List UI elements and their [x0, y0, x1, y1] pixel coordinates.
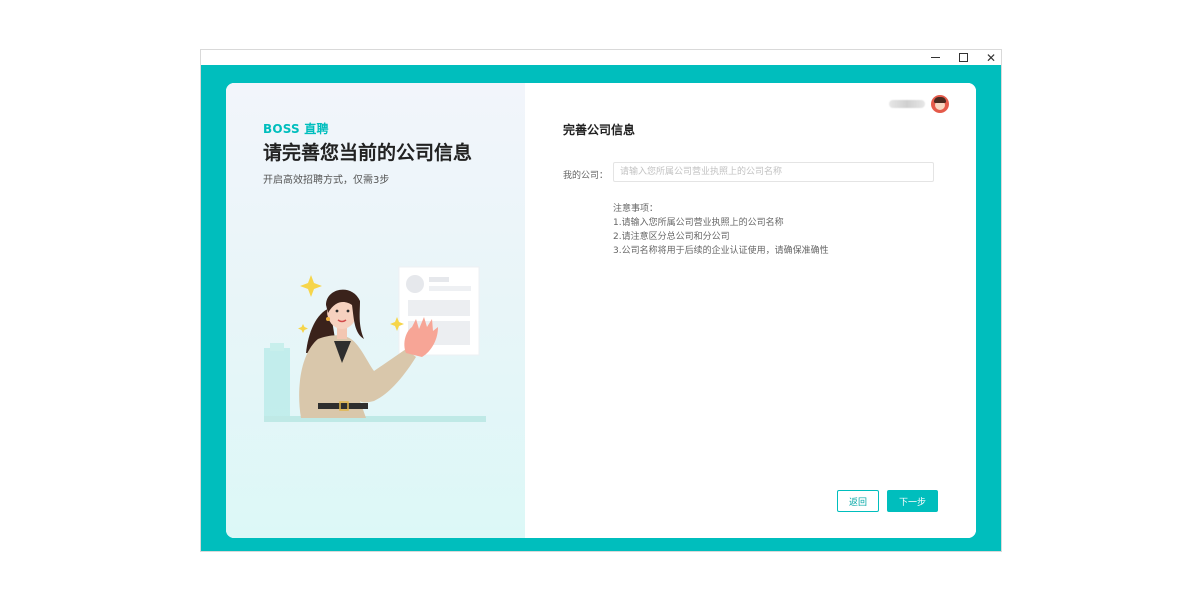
form-panel: 完善公司信息 我的公司： 注意事项： 1.请输入您所属公司营业执照上的公司名称 …	[525, 83, 976, 538]
maximize-icon[interactable]	[949, 50, 977, 65]
company-info-card: BOSS 直聘 请完善您当前的公司信息 开启高效招聘方式，仅需3步 完善公司信息…	[226, 83, 976, 538]
app-window: ✕ BOSS 直聘 请完善您当前的公司信息 开启高效招聘方式，仅需3步 完善公司…	[201, 50, 1001, 551]
notes-item: 1.请输入您所属公司营业执照上的公司名称	[613, 218, 784, 228]
intro-subtitle: 开启高效招聘方式，仅需3步	[263, 175, 390, 186]
company-name-input[interactable]	[613, 162, 934, 182]
intro-panel: BOSS 直聘 请完善您当前的公司信息 开启高效招聘方式，仅需3步	[226, 83, 525, 538]
avatar-hair	[934, 97, 946, 103]
avatar[interactable]	[931, 95, 949, 113]
intro-title: 请完善您当前的公司信息	[263, 142, 473, 164]
company-field-label: 我的公司：	[563, 171, 609, 181]
notes-section: 注意事项： 1.请输入您所属公司营业执照上的公司名称 2.请注意区分总公司和分公…	[613, 202, 829, 258]
brand-logo-text: BOSS 直聘	[263, 122, 329, 136]
notes-item: 2.请注意区分总公司和分公司	[613, 232, 730, 242]
minimize-icon[interactable]	[921, 50, 949, 65]
next-step-button[interactable]: 下一步	[887, 490, 938, 512]
window-titlebar: ✕	[201, 50, 1001, 65]
welcome-illustration	[264, 266, 486, 422]
back-button[interactable]: 返回	[837, 490, 879, 512]
notes-item: 3.公司名称将用于后续的企业认证使用，请确保准确性	[613, 246, 829, 256]
user-menu[interactable]	[889, 95, 949, 113]
notes-title: 注意事项：	[613, 204, 659, 214]
close-icon[interactable]: ✕	[977, 50, 1005, 65]
form-title: 完善公司信息	[563, 123, 636, 137]
user-name-masked	[889, 100, 925, 108]
